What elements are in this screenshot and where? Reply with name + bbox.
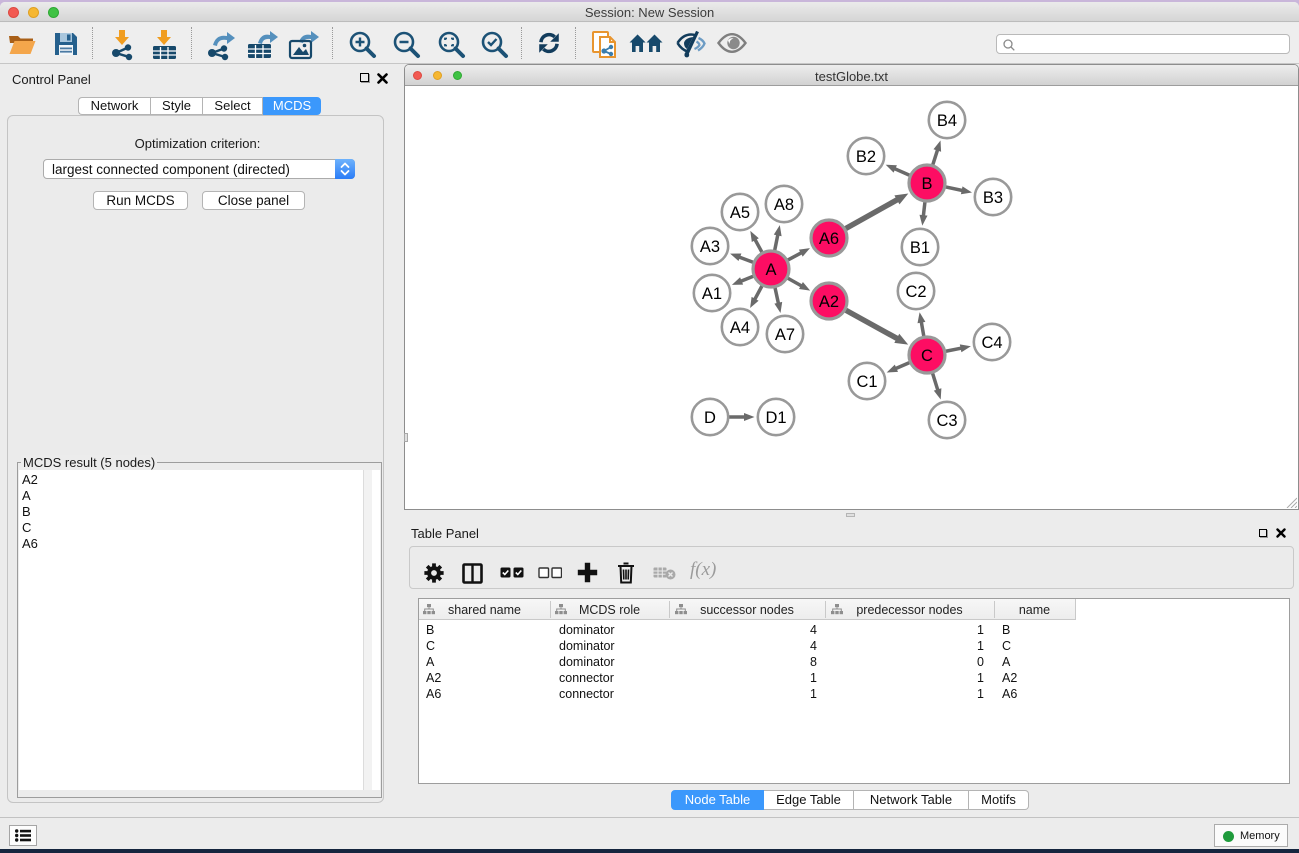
- svg-text:A5: A5: [730, 204, 750, 222]
- svg-text:A4: A4: [730, 319, 750, 337]
- svg-text:B2: B2: [856, 148, 876, 166]
- svg-text:A7: A7: [775, 326, 795, 344]
- svg-text:C: C: [921, 347, 933, 365]
- svg-text:B4: B4: [937, 112, 957, 130]
- svg-text:A2: A2: [819, 293, 839, 311]
- svg-text:A3: A3: [700, 238, 720, 256]
- svg-text:A6: A6: [819, 230, 839, 248]
- svg-text:D1: D1: [765, 409, 786, 427]
- svg-text:B1: B1: [910, 239, 930, 257]
- svg-text:A: A: [765, 261, 776, 279]
- svg-text:A8: A8: [774, 196, 794, 214]
- svg-text:C3: C3: [936, 412, 957, 430]
- svg-text:C4: C4: [981, 334, 1002, 352]
- svg-text:C2: C2: [905, 283, 926, 301]
- svg-text:D: D: [704, 409, 716, 427]
- svg-text:B: B: [921, 175, 932, 193]
- svg-text:B3: B3: [983, 189, 1003, 207]
- svg-text:C1: C1: [856, 373, 877, 391]
- svg-text:A1: A1: [702, 285, 722, 303]
